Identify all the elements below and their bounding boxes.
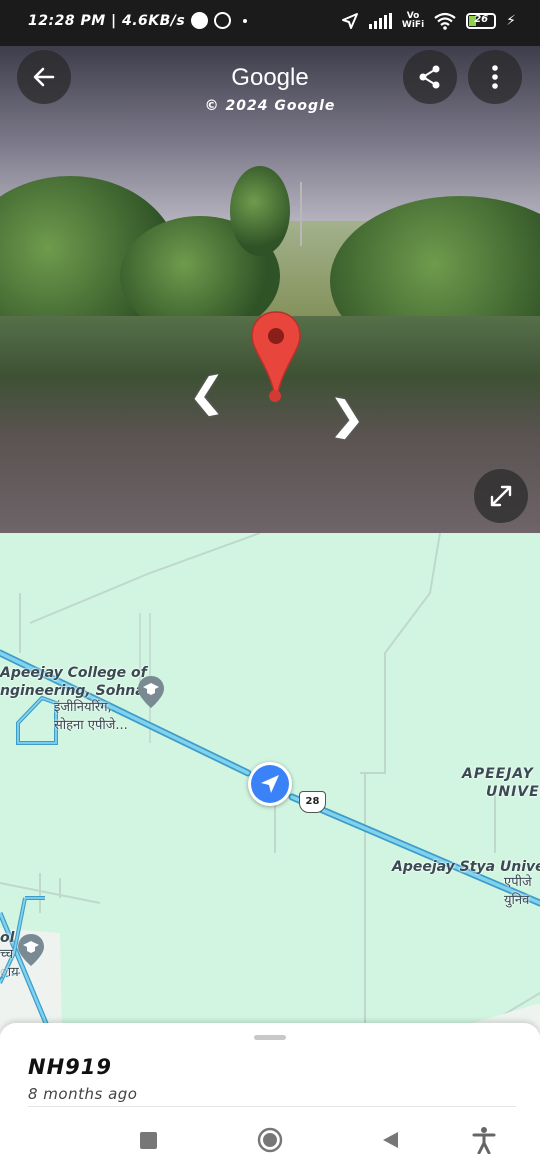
more-options-button[interactable] — [468, 50, 522, 104]
street-view-copyright: © 2024 Google — [204, 98, 336, 114]
utility-pole — [300, 182, 302, 246]
navigate-right-button[interactable]: ❯ — [328, 390, 365, 443]
status-right: Vo WiFi 26 ⚡ — [341, 12, 516, 30]
status-left: 12:28 PM | 4.6KB/s — [28, 12, 248, 29]
place-local-line: इंजीनियरिंग, — [54, 700, 112, 715]
recents-button[interactable] — [130, 1122, 166, 1158]
battery-level: 26 — [474, 14, 489, 25]
divider — [28, 1106, 516, 1107]
status-bar: 12:28 PM | 4.6KB/s Vo WiFi 26 ⚡ — [0, 0, 540, 46]
wifi-icon — [434, 12, 456, 30]
street-view-title: Google — [231, 64, 309, 91]
place-local-line: ाय — [0, 965, 19, 980]
tree — [230, 166, 290, 256]
back-nav-button[interactable] — [372, 1122, 408, 1158]
battery-icon: 26 — [466, 13, 497, 29]
place-name-line: ol — [0, 930, 15, 946]
whatsapp-icon — [214, 12, 232, 29]
place-name-line: Apeejay College of — [0, 665, 147, 681]
vowifi-label-bottom: WiFi — [401, 20, 425, 30]
location-arrow-icon — [341, 13, 358, 29]
place-local-line: च्च — [0, 947, 14, 962]
school-icon[interactable] — [17, 933, 45, 967]
charging-icon: ⚡ — [506, 13, 516, 29]
expand-icon — [490, 485, 512, 507]
place-label-apeejay-university-area[interactable]: APEEJAY S UNIVER — [462, 765, 540, 801]
signal-icon — [368, 13, 392, 29]
place-local-line: एपीजे — [504, 875, 532, 890]
notification-dot-icon — [243, 18, 248, 23]
square-icon — [139, 1131, 157, 1149]
drag-handle[interactable] — [254, 1035, 286, 1040]
home-button[interactable] — [252, 1122, 288, 1158]
place-name-line: APEEJAY S — [462, 766, 540, 782]
route-shield: 28 — [299, 791, 326, 813]
place-local-label: इंजीनियरिंग, सोहना एपीजे... — [54, 699, 128, 735]
street-view-panorama[interactable]: Google © 2024 Google ❮ ❯ — [0, 46, 540, 533]
triangle-back-icon — [383, 1132, 398, 1148]
messenger-icon — [191, 12, 209, 29]
place-local-label: च्च ाय — [0, 946, 19, 982]
circle-icon — [257, 1127, 283, 1153]
road-name: NH919 — [28, 1055, 112, 1079]
vowifi-icon: Vo WiFi — [402, 12, 424, 30]
fullscreen-button[interactable] — [474, 469, 528, 523]
place-local-label: एपीजे युनिव — [504, 874, 532, 910]
current-location-marker[interactable] — [248, 762, 292, 806]
accessibility-icon — [472, 1127, 496, 1154]
share-icon — [419, 65, 440, 89]
location-pin-icon — [251, 311, 301, 402]
navigation-arrow-icon — [261, 775, 279, 793]
status-time-speed: 12:28 PM | 4.6KB/s — [28, 12, 186, 29]
system-nav-bar — [0, 1110, 540, 1170]
place-label-school-left[interactable]: ol — [0, 929, 14, 947]
navigate-left-button[interactable]: ❮ — [188, 367, 225, 420]
place-local-line: सोहना एपीजे... — [54, 718, 128, 733]
capture-date: 8 months ago — [28, 1085, 138, 1103]
more-vert-icon — [492, 65, 498, 89]
place-label-apeejay-college[interactable]: Apeejay College of ngineering, Sohna — [0, 664, 147, 700]
place-name-line: UNIVER — [486, 784, 540, 800]
map-view[interactable]: Apeejay College of ngineering, Sohna इंज… — [0, 533, 540, 1033]
place-local-line: युनिव — [504, 893, 530, 908]
school-icon[interactable] — [137, 675, 165, 709]
share-button[interactable] — [403, 50, 457, 104]
accessibility-button[interactable] — [466, 1122, 502, 1158]
place-name-line: ngineering, Sohna — [0, 683, 145, 699]
